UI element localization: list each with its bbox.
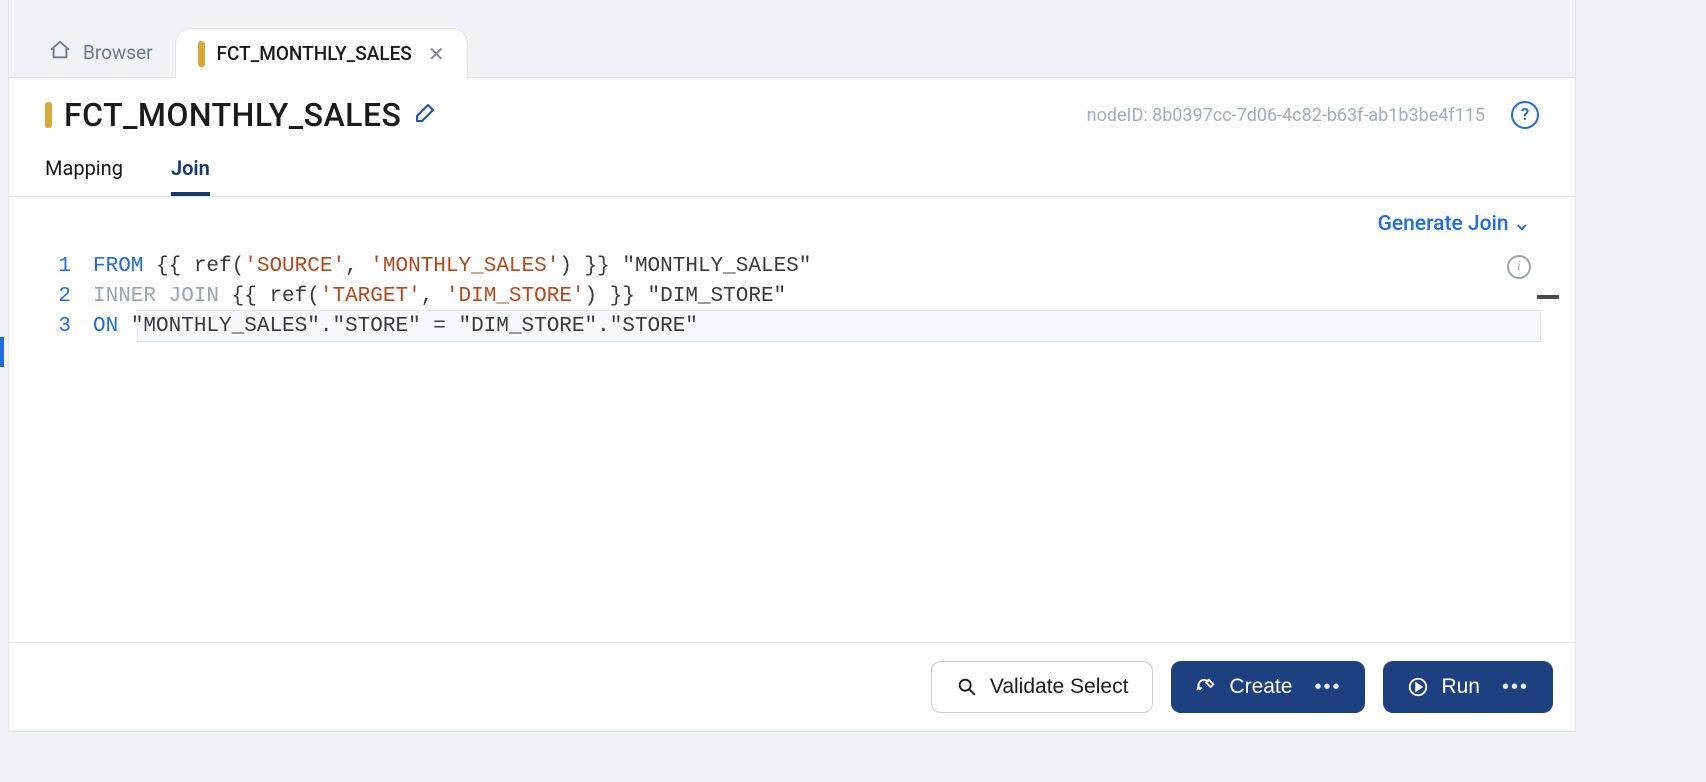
run-button[interactable]: Run ••• [1383,661,1553,713]
code-content: FROM {{ ref('SOURCE', 'MONTHLY_SALES') }… [93,252,811,282]
run-label: Run [1441,675,1480,699]
tab-browser-label: Browser [83,41,153,64]
node-type-icon [45,102,52,128]
code-line-1[interactable]: 1 FROM {{ ref('SOURCE', 'MONTHLY_SALES')… [43,252,1541,282]
subtab-mapping[interactable]: Mapping [45,156,123,196]
create-button[interactable]: Create ••• [1171,661,1365,713]
edit-icon[interactable] [413,101,437,129]
subtabs: Mapping Join [9,134,1575,197]
code-content: ON "MONTHLY_SALES"."STORE" = "DIM_STORE"… [93,312,698,342]
node-id-label: nodeID: 8b0397cc-7d06-4c82-b63f-ab1b3be4… [1087,105,1485,126]
code-editor[interactable]: 1 FROM {{ ref('SOURCE', 'MONTHLY_SALES')… [43,252,1541,342]
node-type-icon [198,41,205,67]
tabbar: Browser FCT_MONTHLY_SALES ✕ [9,0,1575,78]
home-icon [49,39,71,66]
line-number: 3 [43,312,93,342]
validate-select-button[interactable]: Validate Select [931,661,1154,713]
tab-active[interactable]: FCT_MONTHLY_SALES ✕ [175,28,468,78]
create-label: Create [1229,675,1292,699]
tab-active-label: FCT_MONTHLY_SALES [217,42,412,65]
tab-browser[interactable]: Browser [27,27,175,77]
code-content: INNER JOIN {{ ref('TARGET', 'DIM_STORE')… [93,282,786,312]
app-frame: Browser FCT_MONTHLY_SALES ✕ FCT_MONTHLY_… [8,0,1576,732]
chevron-down-icon: ⌄ [1513,211,1531,236]
generate-join-button[interactable]: Generate Join ⌄ [43,211,1541,252]
subtab-join[interactable]: Join [171,156,210,196]
more-icon[interactable]: ••• [1314,676,1341,699]
page-title: FCT_MONTHLY_SALES [64,96,401,134]
header-row: FCT_MONTHLY_SALES nodeID: 8b0397cc-7d06-… [9,78,1575,134]
more-icon[interactable]: ••• [1502,676,1529,699]
line-number: 1 [43,252,93,282]
code-line-2[interactable]: 2 INNER JOIN {{ ref('TARGET', 'DIM_STORE… [43,282,1541,312]
editor-area: Generate Join ⌄ i 1 FROM {{ ref('SOURCE'… [9,197,1575,642]
generate-join-label: Generate Join [1378,212,1509,236]
validate-select-label: Validate Select [990,675,1129,699]
code-line-3[interactable]: 3 ON "MONTHLY_SALES"."STORE" = "DIM_STOR… [43,312,1541,342]
help-icon[interactable]: ? [1511,101,1539,129]
footer-bar: Validate Select Create ••• Run ••• [9,642,1575,731]
line-number: 2 [43,282,93,312]
left-active-marker [0,337,4,367]
close-icon[interactable]: ✕ [428,42,445,66]
